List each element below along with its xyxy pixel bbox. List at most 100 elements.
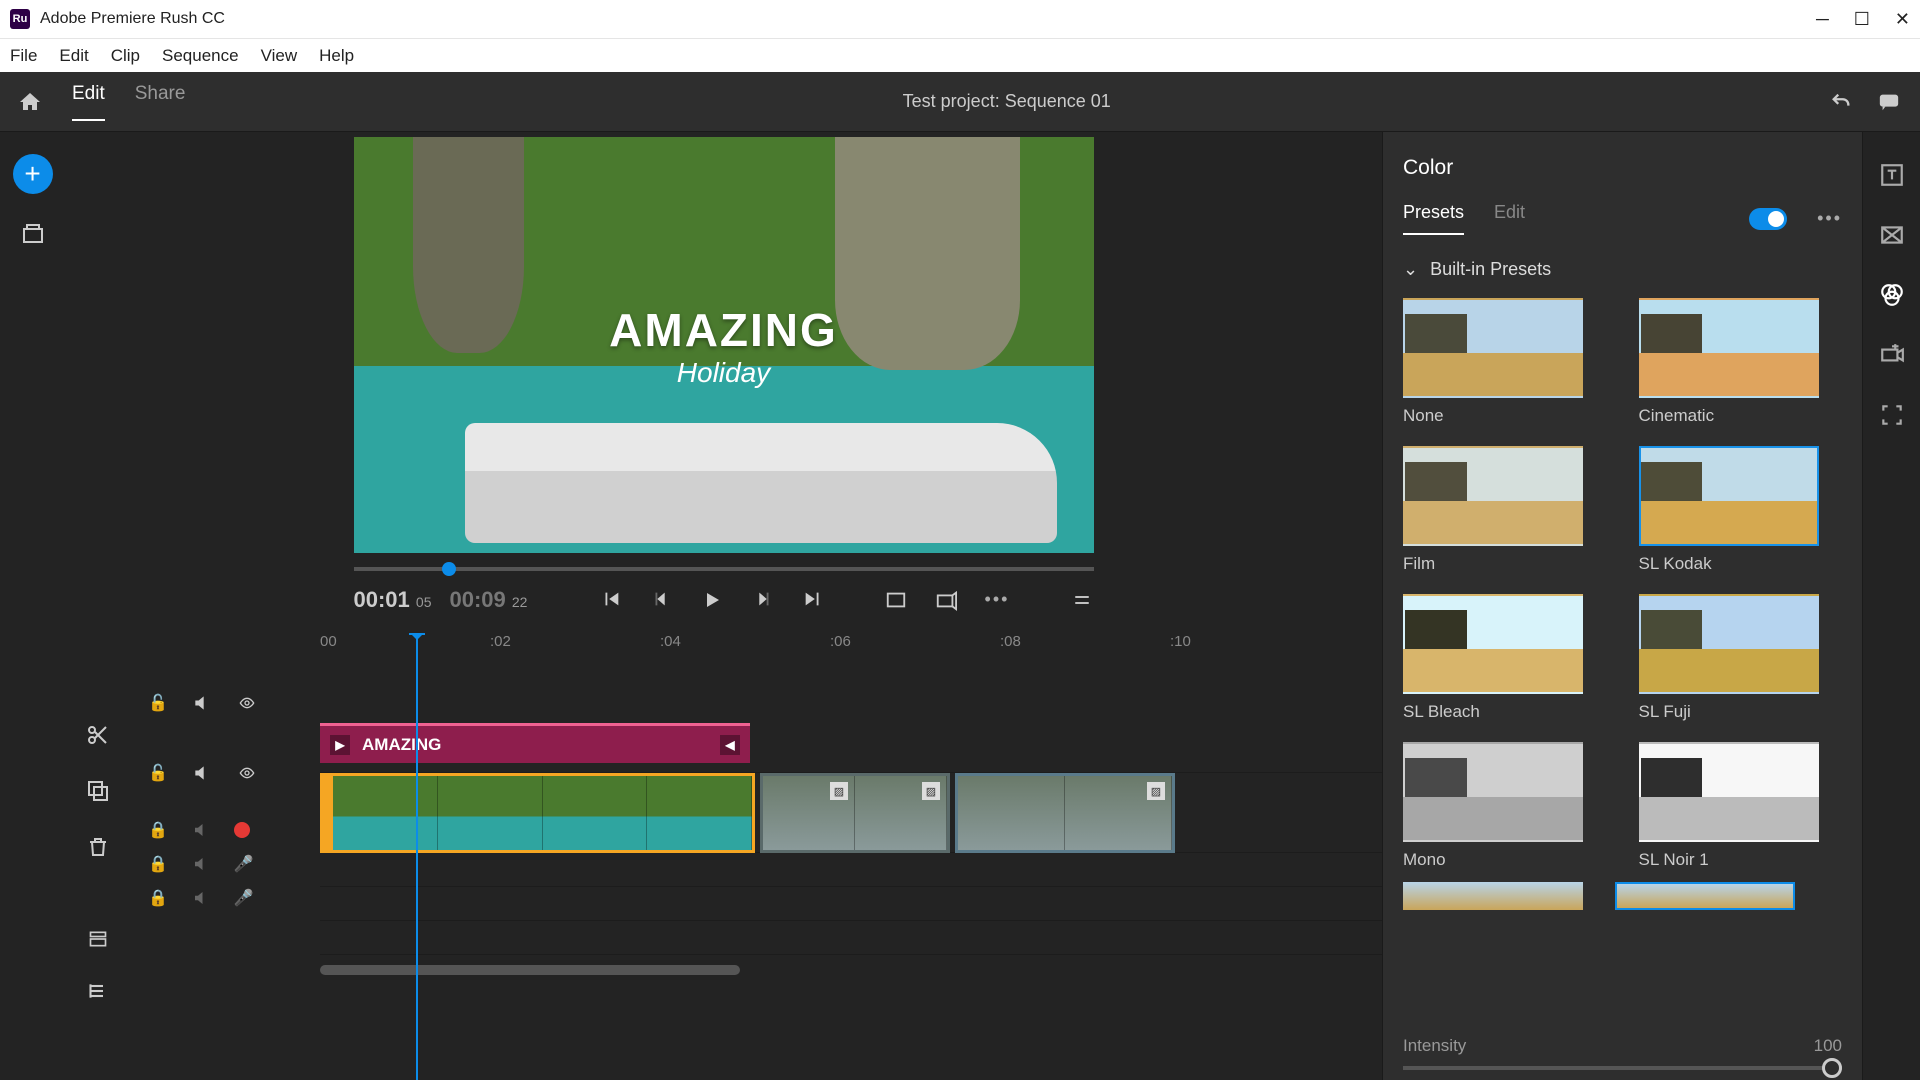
undo-icon[interactable] — [1828, 91, 1854, 113]
clip-start-handle[interactable]: ▶ — [330, 735, 350, 755]
mic-icon[interactable]: 🎤 — [234, 854, 254, 874]
step-forward-button[interactable] — [752, 588, 774, 612]
window-maximize-button[interactable]: ☐ — [1854, 9, 1870, 30]
preset-partial-1[interactable] — [1403, 882, 1583, 910]
mute-icon[interactable] — [192, 763, 212, 783]
track-v1[interactable]: ▨▨ ▨ — [320, 773, 1382, 853]
playhead[interactable] — [416, 633, 418, 1080]
add-media-button[interactable]: + — [13, 154, 53, 194]
speed-tool-icon[interactable] — [1879, 342, 1905, 368]
track-controls-icon[interactable] — [86, 981, 110, 1001]
ruler-tick: :02 — [490, 633, 511, 650]
intensity-label: Intensity — [1403, 1036, 1466, 1056]
tab-edit[interactable]: Edit — [72, 83, 105, 121]
lock-icon[interactable]: 🔒 — [148, 820, 168, 840]
menu-view[interactable]: View — [261, 46, 298, 66]
color-enabled-toggle[interactable] — [1749, 208, 1787, 230]
menu-file[interactable]: File — [10, 46, 37, 66]
preset-sl-fuji[interactable]: SL Fuji — [1639, 594, 1843, 722]
step-back-button[interactable] — [650, 588, 672, 612]
menu-sequence[interactable]: Sequence — [162, 46, 239, 66]
transitions-tool-icon[interactable] — [1879, 222, 1905, 248]
split-clip-icon[interactable] — [86, 723, 110, 747]
app-topbar: Edit Share Test project: Sequence 01 — [0, 72, 1920, 132]
preset-partial-2[interactable] — [1615, 882, 1795, 910]
lock-icon[interactable]: 🔒 — [148, 888, 168, 908]
preset-sl-noir-1[interactable]: SL Noir 1 — [1639, 742, 1843, 870]
project-panel-icon[interactable] — [21, 222, 45, 246]
monitor-seekbar[interactable] — [354, 567, 1094, 571]
preset-mono[interactable]: Mono — [1403, 742, 1607, 870]
window-titlebar: Ru Adobe Premiere Rush CC ─ ☐ ✕ — [0, 0, 1920, 38]
track-a1[interactable] — [320, 853, 1382, 887]
lock-icon[interactable]: 🔓 — [148, 763, 168, 783]
play-button[interactable] — [700, 588, 724, 612]
fullscreen-icon[interactable] — [885, 589, 907, 611]
color-tool-icon[interactable] — [1879, 282, 1905, 308]
clip-end-handle[interactable]: ◀ — [720, 735, 740, 755]
track-v2[interactable]: ▶ AMAZING ◀ — [320, 713, 1382, 773]
left-rail: + — [0, 132, 65, 1080]
time-ruler[interactable]: 00 :02 :04 :06 :08 :10 — [320, 633, 1382, 673]
preset-cinematic[interactable]: Cinematic — [1639, 298, 1843, 426]
mute-icon[interactable] — [192, 821, 210, 839]
mute-icon[interactable] — [192, 693, 212, 713]
home-icon[interactable] — [18, 90, 42, 114]
timeline-scrollbar[interactable] — [320, 965, 1382, 979]
mic-icon[interactable]: 🎤 — [234, 888, 254, 908]
transform-tool-icon[interactable] — [1879, 402, 1905, 428]
record-icon[interactable] — [234, 822, 250, 838]
go-to-end-button[interactable] — [802, 588, 824, 612]
fx-badge-icon: ▨ — [922, 782, 940, 800]
timeline-options-icon[interactable] — [1070, 591, 1094, 609]
ruler-tick: :06 — [830, 633, 851, 650]
comment-icon[interactable] — [1876, 91, 1902, 113]
track-header-v2: 🔓 — [130, 673, 320, 733]
preset-film[interactable]: Film — [1403, 446, 1607, 574]
track-a2[interactable] — [320, 887, 1382, 921]
menu-edit[interactable]: Edit — [59, 46, 88, 66]
title-clip-label: AMAZING — [362, 735, 441, 755]
section-builtin-presets[interactable]: ⌄ Built-in Presets — [1403, 259, 1842, 280]
intensity-value: 100 — [1814, 1036, 1842, 1056]
preset-sl-bleach[interactable]: SL Bleach — [1403, 594, 1607, 722]
tab-presets[interactable]: Presets — [1403, 202, 1464, 235]
loop-icon[interactable] — [935, 589, 957, 611]
timeline-tracks[interactable]: 00 :02 :04 :06 :08 :10 ▶ AMAZING ◀ — [320, 633, 1382, 1080]
ruler-tick: :04 — [660, 633, 681, 650]
intensity-slider[interactable] — [1403, 1066, 1842, 1070]
expand-tracks-icon[interactable] — [86, 929, 110, 949]
window-close-button[interactable]: ✕ — [1895, 9, 1910, 30]
mute-icon[interactable] — [192, 855, 210, 873]
visibility-icon[interactable] — [236, 695, 258, 711]
project-title: Test project: Sequence 01 — [903, 91, 1111, 112]
visibility-icon[interactable] — [236, 765, 258, 781]
duplicate-icon[interactable] — [86, 779, 110, 803]
lock-icon[interactable]: 🔓 — [148, 693, 168, 713]
track-header-a1: 🔒 — [130, 813, 320, 847]
video-clip-3[interactable]: ▨ — [955, 773, 1175, 853]
preset-sl-kodak[interactable]: SL Kodak — [1639, 446, 1843, 574]
tab-color-edit[interactable]: Edit — [1494, 202, 1525, 235]
delete-icon[interactable] — [86, 835, 110, 859]
track-header-a3: 🔒 🎤 — [130, 881, 320, 915]
video-clip-1[interactable] — [330, 773, 755, 853]
go-to-start-button[interactable] — [600, 588, 622, 612]
track-a3[interactable] — [320, 921, 1382, 955]
preset-label: SL Noir 1 — [1639, 850, 1843, 870]
overlay-title: AMAZING — [354, 303, 1094, 357]
tab-share[interactable]: Share — [135, 83, 186, 121]
title-clip[interactable]: ▶ AMAZING ◀ — [320, 723, 750, 763]
program-monitor[interactable]: AMAZING Holiday — [354, 137, 1094, 553]
menu-help[interactable]: Help — [319, 46, 354, 66]
ruler-tick: 00 — [320, 633, 337, 650]
menu-clip[interactable]: Clip — [111, 46, 140, 66]
window-minimize-button[interactable]: ─ — [1816, 9, 1829, 30]
mute-icon[interactable] — [192, 889, 210, 907]
video-clip-2[interactable]: ▨▨ — [760, 773, 950, 853]
more-options-icon[interactable]: ••• — [985, 589, 1010, 611]
preset-none[interactable]: None — [1403, 298, 1607, 426]
titles-tool-icon[interactable] — [1879, 162, 1905, 188]
panel-options-icon[interactable]: ••• — [1817, 208, 1842, 229]
lock-icon[interactable]: 🔒 — [148, 854, 168, 874]
